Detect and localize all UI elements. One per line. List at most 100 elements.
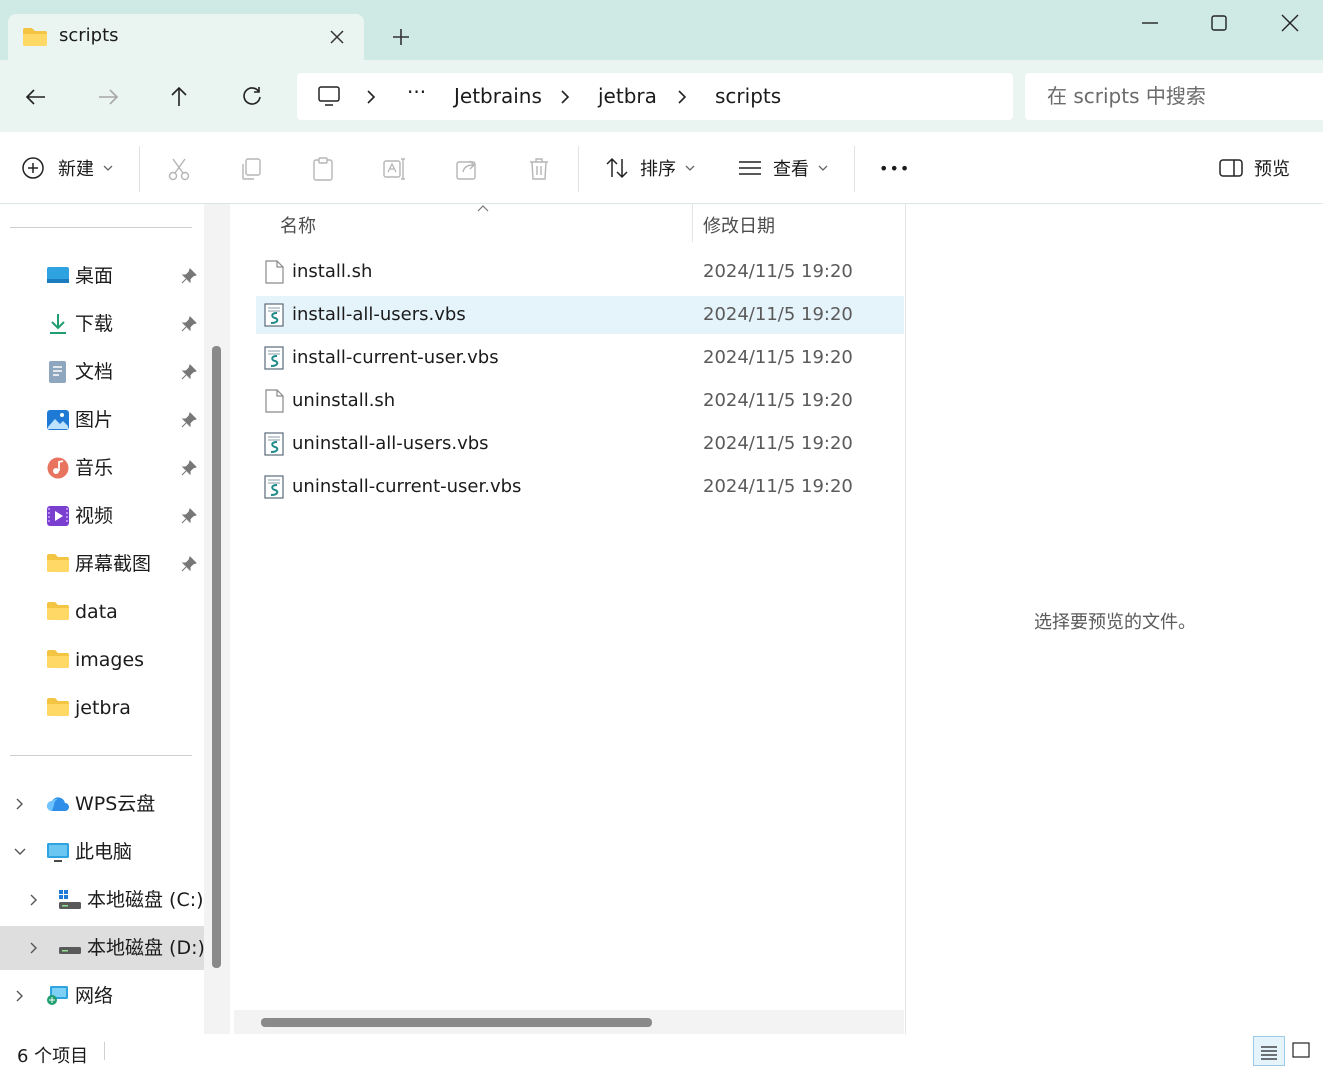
sidebar-item-downloads[interactable]: 下载: [0, 302, 204, 346]
preview-label: 预览: [1254, 159, 1290, 180]
tab-title: scripts: [59, 25, 119, 46]
breadcrumb-item-current[interactable]: scripts: [715, 73, 781, 120]
file-row[interactable]: install-all-users.vbs 2024/11/5 19:20: [256, 296, 904, 334]
computer-icon[interactable]: [317, 85, 341, 109]
copy-icon[interactable]: [238, 156, 264, 182]
sidebar-item-label: 本地磁盘 (D:): [87, 937, 205, 959]
chevron-down-icon: [818, 165, 828, 171]
chevron-right-icon[interactable]: [26, 892, 42, 908]
sidebar-item-images[interactable]: images: [0, 638, 204, 682]
chevron-right-icon[interactable]: [365, 89, 377, 105]
column-resize-handle[interactable]: [692, 204, 693, 242]
pin-icon[interactable]: [181, 460, 197, 476]
sidebar-scrollbar-thumb[interactable]: [212, 346, 221, 968]
minimize-icon[interactable]: [1137, 10, 1163, 36]
more-options-button[interactable]: •••: [879, 132, 910, 204]
chevron-down-icon: [685, 165, 695, 171]
close-icon[interactable]: [1277, 10, 1303, 36]
pin-icon[interactable]: [181, 412, 197, 428]
sidebar-item-screenshots[interactable]: 屏幕截图: [0, 542, 204, 586]
sidebar-item-drive-d[interactable]: 本地磁盘 (D:): [0, 926, 205, 970]
breadcrumb-item[interactable]: Jetbrains: [454, 73, 542, 120]
sidebar-item-label: 文档: [75, 361, 114, 383]
pin-icon[interactable]: [181, 268, 197, 284]
sidebar-item-this-pc[interactable]: 此电脑: [0, 830, 204, 874]
sidebar-divider: [10, 227, 192, 228]
sidebar-item-desktop[interactable]: 桌面: [0, 254, 204, 298]
sidebar-divider: [10, 755, 192, 756]
search-placeholder: 在 scripts 中搜索: [1047, 84, 1206, 108]
sidebar-item-music[interactable]: 音乐: [0, 446, 204, 490]
breadcrumb-overflow[interactable]: ···: [407, 69, 426, 116]
download-icon: [46, 313, 70, 335]
file-date: 2024/11/5 19:20: [703, 347, 853, 368]
view-button[interactable]: 查看: [737, 132, 829, 204]
chevron-right-icon[interactable]: [676, 89, 688, 105]
computer-icon: [46, 841, 70, 863]
refresh-icon[interactable]: [239, 84, 265, 110]
file-date: 2024/11/5 19:20: [703, 261, 853, 282]
sidebar-item-documents[interactable]: 文档: [0, 350, 204, 394]
details-view-button[interactable]: [1253, 1036, 1285, 1066]
cut-icon[interactable]: [166, 156, 192, 182]
horizontal-scrollbar-thumb[interactable]: [261, 1018, 652, 1027]
chevron-right-icon[interactable]: [26, 940, 42, 956]
blank-file-icon: [263, 260, 285, 284]
column-header-name[interactable]: 名称: [280, 212, 316, 238]
file-row[interactable]: uninstall-all-users.vbs 2024/11/5 19:20: [256, 425, 904, 463]
sidebar-item-label: jetbra: [75, 697, 131, 719]
sort-button[interactable]: 排序: [604, 132, 696, 204]
sidebar-item-wps-cloud[interactable]: WPS云盘: [0, 782, 204, 826]
preview-pane-button[interactable]: 预览: [1218, 132, 1290, 204]
paste-icon[interactable]: [310, 156, 336, 182]
pin-icon[interactable]: [181, 316, 197, 332]
toolbar-divider: [578, 146, 579, 192]
large-icons-view-icon: [1292, 1042, 1310, 1058]
new-tab-button[interactable]: [388, 24, 414, 50]
sort-icon: [606, 157, 628, 179]
sidebar-item-videos[interactable]: 视频: [0, 494, 204, 538]
chevron-right-icon[interactable]: [12, 796, 28, 812]
file-row[interactable]: uninstall-current-user.vbs 2024/11/5 19:…: [256, 468, 904, 506]
maximize-icon[interactable]: [1206, 10, 1232, 36]
sidebar-item-data[interactable]: data: [0, 590, 204, 634]
file-row[interactable]: uninstall.sh 2024/11/5 19:20: [256, 382, 904, 420]
address-bar[interactable]: ··· Jetbrains jetbra scripts: [297, 73, 1013, 120]
script-file-icon: [263, 346, 285, 370]
chevron-right-icon[interactable]: [559, 89, 571, 105]
sidebar-item-network[interactable]: 网络: [0, 974, 204, 1018]
sidebar-item-pictures[interactable]: 图片: [0, 398, 204, 442]
new-button[interactable]: 新建: [20, 132, 114, 204]
close-tab-icon[interactable]: [326, 26, 348, 48]
toolbar-divider: [854, 146, 855, 192]
share-icon[interactable]: [454, 156, 480, 182]
pin-icon[interactable]: [181, 508, 197, 524]
up-arrow-icon[interactable]: [166, 84, 192, 110]
file-row[interactable]: install-current-user.vbs 2024/11/5 19:20: [256, 339, 904, 377]
forward-arrow-icon[interactable]: [95, 84, 121, 110]
sidebar-item-label: data: [75, 601, 118, 623]
file-row[interactable]: install.sh 2024/11/5 19:20: [256, 253, 904, 291]
file-name: uninstall-all-users.vbs: [292, 433, 489, 454]
pin-icon[interactable]: [181, 556, 197, 572]
delete-icon[interactable]: [526, 156, 552, 182]
folder-icon: [46, 601, 70, 623]
sidebar-item-drive-c[interactable]: 本地磁盘 (C:): [0, 878, 204, 922]
pin-icon[interactable]: [181, 364, 197, 380]
search-input[interactable]: 在 scripts 中搜索: [1025, 73, 1323, 120]
tab-scripts[interactable]: scripts: [8, 14, 364, 60]
toolbar-divider: [139, 146, 140, 192]
column-header-date[interactable]: 修改日期: [703, 212, 775, 238]
chevron-down-icon[interactable]: [12, 844, 28, 860]
sidebar-item-label: images: [75, 649, 145, 671]
file-date: 2024/11/5 19:20: [703, 433, 853, 454]
back-arrow-icon[interactable]: [23, 84, 49, 110]
sidebar-item-label: 屏幕截图: [75, 553, 152, 575]
rename-icon[interactable]: [382, 156, 408, 182]
sidebar-item-label: 网络: [75, 985, 114, 1007]
large-icons-view-button[interactable]: [1287, 1036, 1317, 1066]
breadcrumb-item[interactable]: jetbra: [598, 73, 657, 120]
chevron-right-icon[interactable]: [12, 988, 28, 1004]
view-label: 查看: [773, 159, 809, 180]
sidebar-item-jetbra[interactable]: jetbra: [0, 686, 204, 730]
